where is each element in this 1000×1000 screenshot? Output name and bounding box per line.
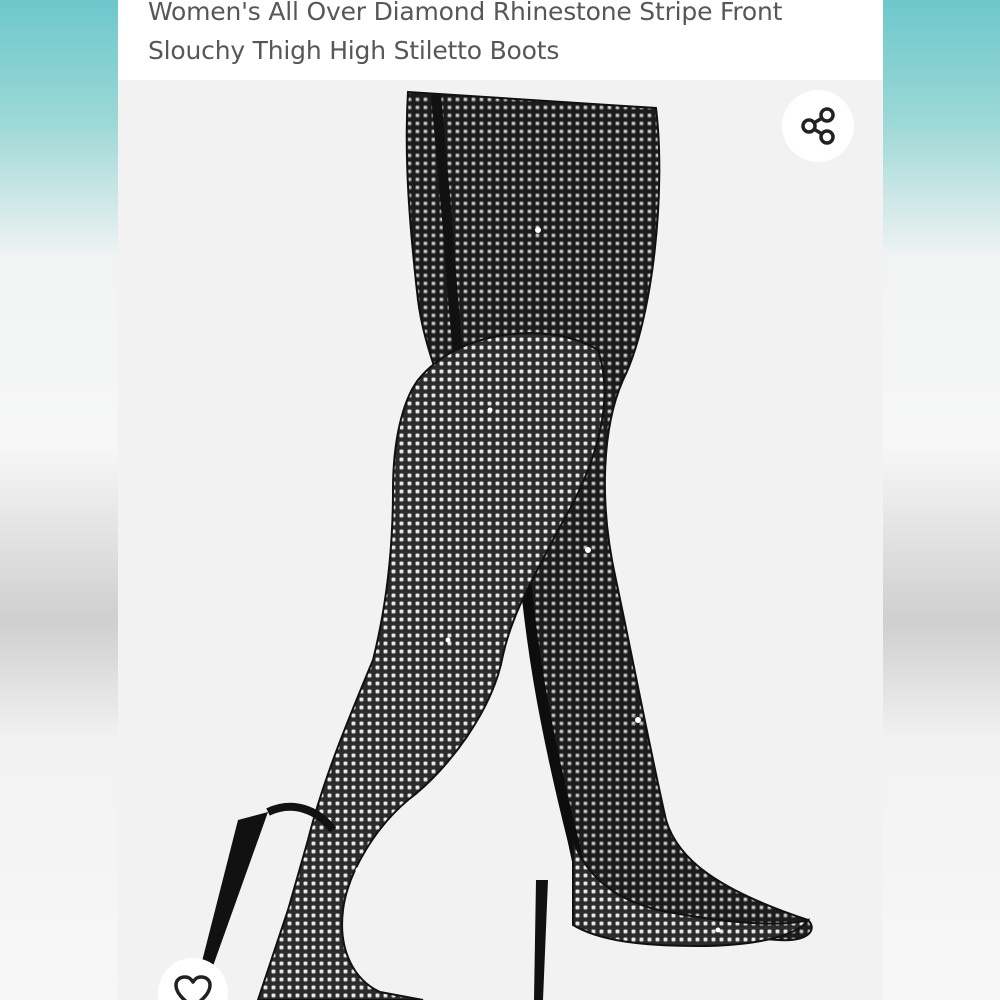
product-title: Women's All Over Diamond Rhinestone Stri…: [148, 0, 783, 65]
heart-outline-icon: [174, 975, 212, 1000]
product-image-container[interactable]: [118, 80, 883, 1000]
share-button[interactable]: [782, 90, 854, 162]
product-header: Women's All Over Diamond Rhinestone Stri…: [118, 0, 883, 80]
share-icon: [801, 107, 835, 145]
product-image[interactable]: [118, 80, 883, 1000]
product-card: Women's All Over Diamond Rhinestone Stri…: [118, 0, 883, 1000]
